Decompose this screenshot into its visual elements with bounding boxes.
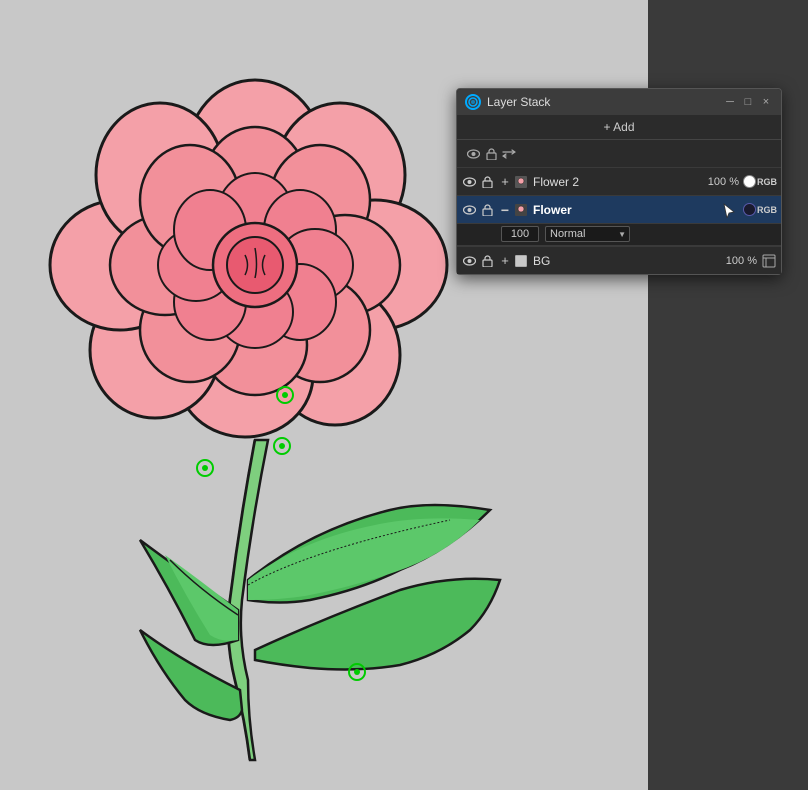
eye-flower2-icon[interactable] bbox=[461, 174, 477, 190]
eye-header-icon[interactable] bbox=[465, 146, 481, 162]
bg-icons: + bbox=[461, 253, 513, 269]
flower2-name: Flower 2 bbox=[531, 175, 701, 189]
eye-flower-icon[interactable] bbox=[461, 202, 477, 218]
blend-mode-wrapper: Normal Multiply Screen Overlay ▼ bbox=[545, 226, 630, 242]
layer-row-flower[interactable]: − Flower RGB bbox=[457, 196, 781, 224]
flower-name: Flower bbox=[531, 203, 717, 217]
add-layer-button[interactable]: + Add bbox=[603, 120, 634, 134]
layer-thumbnail-flower2 bbox=[515, 176, 527, 188]
lock-flower-icon[interactable] bbox=[479, 202, 495, 218]
arrows-header-icon[interactable] bbox=[501, 146, 517, 162]
cursor-icon bbox=[722, 202, 736, 218]
flower2-color-btns: RGB bbox=[743, 175, 777, 188]
app-icon bbox=[465, 94, 481, 110]
lock-flower2-icon[interactable] bbox=[479, 174, 495, 190]
lock-bg-icon[interactable] bbox=[479, 253, 495, 269]
close-button[interactable]: × bbox=[759, 95, 773, 109]
window-titlebar: Layer Stack ─ □ × bbox=[457, 89, 781, 115]
bg-name: BG bbox=[531, 254, 724, 268]
layer-row-bg[interactable]: + BG 100 % bbox=[457, 246, 781, 274]
eye-bg-icon[interactable] bbox=[461, 253, 477, 269]
flower-color-circle[interactable] bbox=[743, 203, 756, 216]
flower2-opacity: 100 % bbox=[703, 176, 739, 188]
flower2-color-circle[interactable] bbox=[743, 175, 756, 188]
blend-mode-select[interactable]: Normal Multiply Screen Overlay bbox=[545, 226, 630, 242]
add-bg-icon[interactable]: + bbox=[497, 253, 513, 269]
layer-thumbnail-flower bbox=[515, 204, 527, 216]
flower-color-btns: RGB bbox=[743, 203, 777, 216]
flower2-icons: + bbox=[461, 174, 513, 190]
layer-stack-window: Layer Stack ─ □ × + Add bbox=[456, 88, 782, 275]
flower-extra-row: 100 Normal Multiply Screen Overlay ▼ bbox=[457, 224, 781, 246]
flower-rgb-btn[interactable]: RGB bbox=[757, 205, 777, 215]
layer-header-row bbox=[457, 140, 781, 168]
add-row: + Add bbox=[457, 115, 781, 140]
header-icons bbox=[465, 146, 517, 162]
cursor-area bbox=[719, 202, 739, 218]
bg-settings-icon[interactable] bbox=[761, 253, 777, 269]
minimize-button[interactable]: ─ bbox=[723, 95, 737, 109]
layer-row-flower2[interactable]: + Flower 2 100 % RGB bbox=[457, 168, 781, 196]
maximize-button[interactable]: □ bbox=[741, 95, 755, 109]
flower-icons: − bbox=[461, 202, 513, 218]
lock-header-icon[interactable] bbox=[483, 146, 499, 162]
flower2-rgb-btn[interactable]: RGB bbox=[757, 177, 777, 187]
flower-opacity-input[interactable]: 100 bbox=[501, 226, 539, 242]
layer-thumbnail-bg bbox=[515, 255, 527, 267]
bg-opacity: 100 % bbox=[726, 255, 757, 267]
window-title: Layer Stack bbox=[487, 95, 717, 109]
window-controls: ─ □ × bbox=[723, 95, 773, 109]
add-flower2-icon[interactable]: + bbox=[497, 174, 513, 190]
minus-flower-icon[interactable]: − bbox=[497, 202, 513, 218]
